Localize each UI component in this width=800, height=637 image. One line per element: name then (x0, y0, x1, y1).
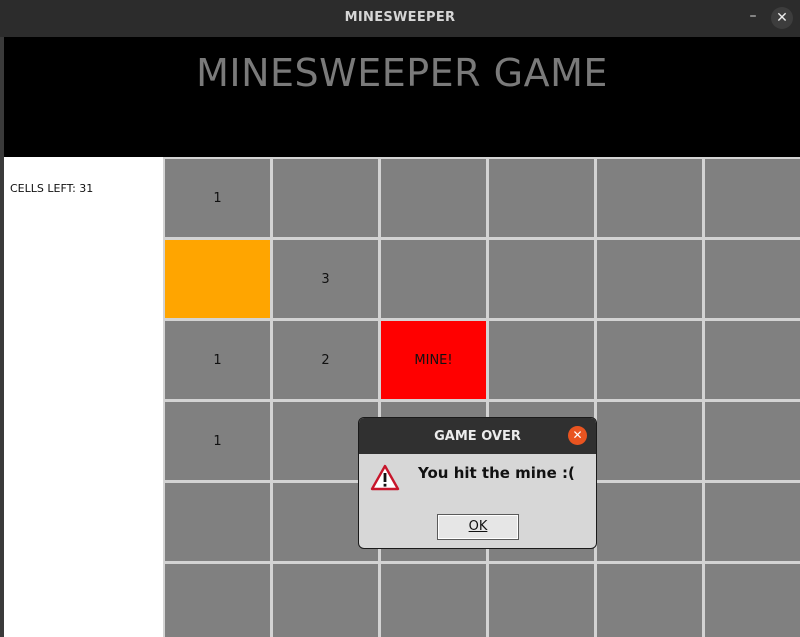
board-cell[interactable] (597, 564, 702, 637)
game-board: 1 3 1 2 MINE! 1 (163, 157, 800, 637)
board-cell[interactable] (489, 159, 594, 237)
game-over-dialog: GAME OVER ✕ You hit the mine :( OK (358, 417, 597, 549)
board-cell[interactable] (597, 483, 702, 561)
board-cell[interactable]: 1 (165, 321, 270, 399)
dialog-title: GAME OVER (434, 429, 521, 444)
cells-left-label: CELLS LEFT: 31 (10, 182, 94, 195)
board-cell[interactable] (489, 564, 594, 637)
board-cell[interactable] (165, 483, 270, 561)
window-titlebar: MINESWEEPER – ✕ (0, 0, 800, 37)
window-close-button[interactable]: ✕ (771, 7, 793, 29)
board-cell[interactable] (705, 483, 800, 561)
board-cell[interactable] (705, 402, 800, 480)
minimize-icon[interactable]: – (745, 8, 761, 24)
mine-cell[interactable]: MINE! (381, 321, 486, 399)
game-title: MINESWEEPER GAME (196, 51, 608, 95)
board-cell[interactable] (597, 159, 702, 237)
board-cell[interactable] (489, 321, 594, 399)
board-cell[interactable] (489, 240, 594, 318)
dialog-header: GAME OVER ✕ (359, 418, 596, 454)
close-icon[interactable]: ✕ (568, 426, 587, 445)
board-cell[interactable] (597, 402, 702, 480)
board-cell[interactable]: 1 (165, 159, 270, 237)
board-cell[interactable] (381, 240, 486, 318)
board-cell[interactable]: 2 (273, 321, 378, 399)
warning-icon (370, 464, 400, 491)
board-cell[interactable] (597, 240, 702, 318)
dialog-message: You hit the mine :( (418, 464, 575, 482)
board-cell[interactable]: 1 (165, 402, 270, 480)
board-cell[interactable]: 3 (273, 240, 378, 318)
game-header: MINESWEEPER GAME (4, 37, 800, 157)
board-cell[interactable] (165, 564, 270, 637)
board-cell[interactable] (705, 240, 800, 318)
board-cell[interactable] (705, 564, 800, 637)
board-cell[interactable] (705, 159, 800, 237)
board-cell[interactable] (273, 159, 378, 237)
board-cell[interactable] (705, 321, 800, 399)
ok-button[interactable]: OK (437, 514, 519, 540)
board-cell[interactable] (381, 159, 486, 237)
board-cell[interactable] (381, 564, 486, 637)
board-cell[interactable] (597, 321, 702, 399)
board-cell[interactable] (273, 564, 378, 637)
side-panel: CELLS LEFT: 31 (4, 157, 163, 637)
window-title: MINESWEEPER (344, 10, 456, 25)
flagged-cell[interactable] (165, 240, 270, 318)
